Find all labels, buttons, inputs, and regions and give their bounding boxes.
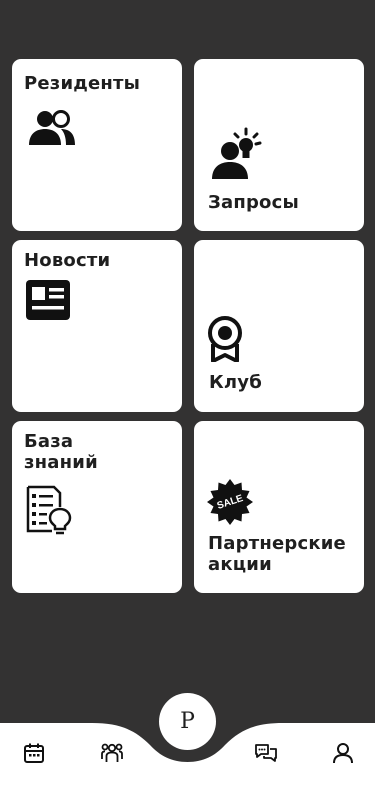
tile-news[interactable]: Новости	[12, 240, 182, 412]
tile-residents[interactable]: Резиденты	[12, 59, 182, 231]
tile-requests[interactable]: Запросы	[194, 59, 364, 231]
tile-news-label: Новости	[24, 250, 111, 271]
tile-partner-promos[interactable]: SALE Партнерские акции	[194, 421, 364, 593]
chat-icon	[254, 742, 278, 768]
calendar-icon	[23, 742, 45, 768]
tile-partner-promos-label: Партнерские акции	[208, 533, 346, 575]
people-icon	[28, 109, 76, 147]
sale-badge-icon: SALE	[207, 479, 253, 525]
tile-knowledge-base[interactable]: База знаний	[12, 421, 182, 593]
center-home-button[interactable]: P	[159, 693, 216, 750]
calendar-nav-button[interactable]	[22, 743, 46, 767]
idea-person-icon	[210, 127, 264, 181]
tile-knowledge-base-label: База знаний	[24, 431, 98, 473]
tile-club[interactable]: Клуб	[194, 240, 364, 412]
tile-requests-label: Запросы	[208, 192, 299, 213]
newspaper-icon	[26, 280, 70, 320]
profile-nav-button[interactable]	[331, 743, 355, 767]
tile-club-label: Клуб	[209, 372, 262, 393]
group-nav-button[interactable]	[100, 743, 124, 767]
award-ribbon-icon	[207, 316, 243, 362]
user-icon	[332, 742, 354, 768]
group-icon	[100, 742, 124, 768]
document-lightbulb-icon	[24, 485, 72, 535]
chat-nav-button[interactable]	[254, 743, 278, 767]
center-home-label: P	[180, 709, 195, 734]
tile-residents-label: Резиденты	[24, 73, 141, 94]
